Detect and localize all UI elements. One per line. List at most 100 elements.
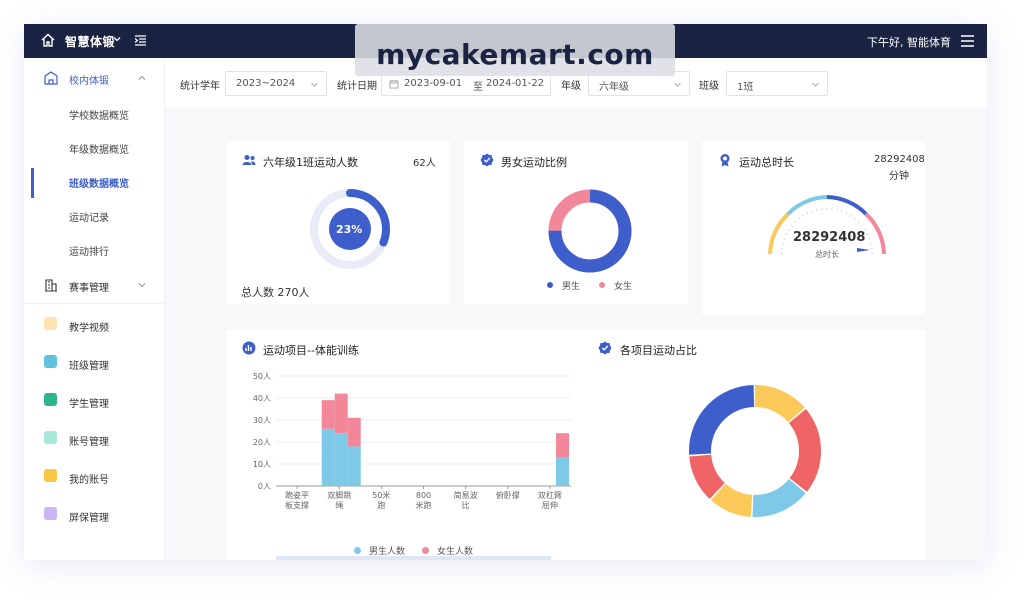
date-start: 2023-09-01: [404, 78, 463, 89]
total-students: 总人数 270人: [241, 286, 310, 299]
bar-female: [347, 417, 361, 447]
sidebar-sub-records[interactable]: 运动记录: [24, 202, 165, 228]
sidebar-group-events[interactable]: 赛事管理: [24, 270, 165, 300]
sidebar-item-label: 屏保管理: [69, 513, 109, 524]
bar-male: [321, 428, 335, 486]
x-tick-label: 简易波比: [454, 490, 478, 510]
sidebar-sub-label: 班级数据概览: [69, 179, 129, 190]
video-icon: [44, 317, 57, 330]
duration-unit: 分钟: [889, 171, 909, 182]
class-select[interactable]: 1班: [726, 71, 828, 96]
date-label: 统计日期: [337, 81, 377, 92]
sidebar-sub-school[interactable]: 学校数据概览: [24, 100, 165, 126]
male-count-legend-dot: [354, 547, 361, 554]
user-greeting[interactable]: 下午好, 智能体育: [867, 34, 951, 50]
bar-chart-title: 运动项目--体能训练: [263, 344, 359, 357]
year-label: 统计学年: [180, 81, 220, 92]
x-tick-label: 800 米跑: [416, 491, 432, 510]
x-tick-label: 50米跑: [372, 490, 390, 510]
lock-icon: [44, 469, 57, 482]
student-icon: [44, 393, 57, 406]
sidebar-sub-grade[interactable]: 年级数据概览: [24, 134, 165, 160]
sidebar-item-students[interactable]: 学生管理: [24, 386, 165, 416]
y-tick-label: 30人: [253, 416, 271, 425]
sidebar-item-label: 学生管理: [69, 399, 109, 410]
card-title: 男女运动比例: [501, 156, 567, 169]
sidebar-group-campus[interactable]: 校内体锻: [24, 63, 165, 93]
home-icon[interactable]: [40, 32, 56, 48]
verified-badge-icon: [598, 341, 612, 355]
calendar-icon: [389, 80, 399, 89]
x-tick-label: 双脚跳绳: [327, 490, 351, 510]
x-tick-label: 双杠臂屈伸: [538, 490, 562, 510]
class-label: 班级: [699, 81, 719, 92]
training-bar-chart: 0人 10人 20人 30人 40人 50人跪姿平板支撑双脚跳绳 50米跑 800 米跑 简易波比…: [253, 372, 571, 510]
chevron-down-icon: [311, 82, 318, 87]
sidebar-item-label: 教学视频: [69, 323, 109, 334]
watermark-overlay: mycakemart.com: [355, 24, 675, 76]
sidebar-item-screensaver[interactable]: 屏保管理: [24, 500, 165, 530]
building-icon: [44, 71, 58, 85]
grade-select-value: 六年级: [599, 82, 629, 93]
sidebar-group-label: 赛事管理: [69, 283, 109, 294]
sidebar-item-classes[interactable]: 班级管理: [24, 348, 165, 378]
users-icon: [242, 155, 256, 165]
account-icon: [44, 431, 57, 444]
male-legend-dot: [547, 282, 553, 288]
card-title: 六年级1班运动人数: [263, 156, 358, 169]
sidebar-item-videos[interactable]: 教学视频: [24, 310, 165, 340]
year-select[interactable]: 2023~2024: [225, 71, 327, 96]
sidebar-divider: [24, 303, 165, 304]
verified-badge-icon: [480, 153, 494, 167]
class-select-value: 1班: [737, 82, 754, 93]
gauge-value: 28292408: [793, 230, 866, 245]
sidebar-item-label: 我的账号: [69, 475, 109, 486]
sidebar-sub-class[interactable]: 班级数据概览: [24, 168, 165, 198]
chevron-down-icon[interactable]: [112, 34, 122, 44]
office-building-icon: [45, 279, 57, 292]
brand-title[interactable]: 智慧体锻: [65, 33, 115, 50]
y-tick-label: 10人: [253, 460, 271, 469]
chevron-down-icon: [674, 82, 681, 87]
bar-male: [556, 457, 569, 486]
chevron-down-icon: [812, 82, 819, 87]
sidebar-sub-label: 学校数据概览: [69, 111, 129, 122]
female-count-legend-dot: [422, 547, 429, 554]
bar-chart-icon: [242, 341, 256, 355]
sidebar-group-label: 校内体锻: [69, 76, 109, 87]
project-ratio-donut: [689, 385, 821, 517]
chevron-down-icon: [138, 283, 146, 288]
sidebar-sub-ranking[interactable]: 运动排行: [24, 236, 165, 262]
x-tick-label: 俯卧撑: [496, 490, 520, 500]
date-end: 2024-01-22: [486, 78, 545, 89]
chart-scrollbar[interactable]: [276, 556, 551, 560]
chevron-up-icon: [138, 75, 146, 80]
training-stats-card: 运动项目--体能训练 0人 10人 20人 30人 40人 50人 跪姿平板支撑 双脚跳绳 50…: [226, 330, 926, 560]
sidebar-item-label: 账号管理: [69, 437, 109, 448]
sidebar-sub-label: 运动记录: [69, 213, 109, 224]
bar-female: [556, 433, 569, 458]
year-select-value: 2023~2024: [236, 78, 296, 89]
bar-male: [334, 433, 348, 486]
hamburger-menu-icon[interactable]: [961, 35, 974, 47]
sidebar-item-label: 班级管理: [69, 361, 109, 372]
class-icon: [44, 355, 57, 368]
screen-icon: [44, 507, 57, 520]
y-tick-label: 0人: [258, 482, 271, 491]
gauge-label: 总时长: [815, 250, 839, 259]
card-title: 运动总时长: [739, 156, 794, 169]
total-duration-card: 运动总时长 28292408 分钟 28292408 总时长: [702, 141, 926, 315]
sidebar-item-accounts[interactable]: 账号管理: [24, 424, 165, 454]
bar-male: [347, 446, 361, 486]
menu-fold-icon[interactable]: [134, 34, 147, 47]
female-legend-dot: [599, 282, 605, 288]
grade-label: 年级: [561, 81, 581, 92]
sidebar: 校内体锻 学校数据概览 年级数据概览 班级数据概览 运动记录 运动排行 赛事管理…: [24, 58, 165, 560]
participation-count: 62人: [413, 158, 436, 169]
male-legend-label: 男生: [562, 282, 581, 292]
sidebar-item-my-account[interactable]: 我的账号: [24, 462, 165, 492]
sidebar-sub-label: 运动排行: [69, 247, 109, 258]
y-tick-label: 40人: [253, 394, 271, 403]
app-window: 智慧体锻 下午好, 智能体育 mycakemart.com 校内体锻 学校数据概…: [24, 24, 987, 560]
y-tick-label: 20人: [253, 438, 271, 447]
